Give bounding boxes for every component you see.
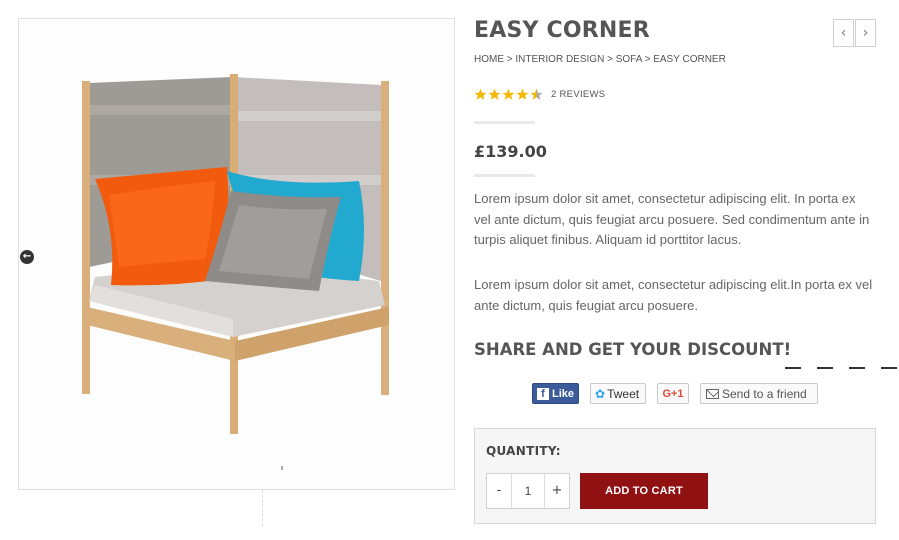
star-icon xyxy=(502,88,515,100)
product-description: Lorem ipsum dolor sit amet, consectetur … xyxy=(474,277,873,313)
divider xyxy=(474,174,535,177)
divider xyxy=(474,121,535,124)
chevron-right-icon[interactable]: › xyxy=(855,19,876,47)
twitter-bird-icon: ✿ xyxy=(595,386,606,401)
tweet-label: Tweet xyxy=(607,386,640,401)
googleplus-label: G+1 xyxy=(662,387,684,400)
rating: 2 REVIEWS xyxy=(474,88,605,101)
product-title: EASY CORNER xyxy=(474,18,650,43)
facebook-icon: f xyxy=(537,387,549,400)
quantity-increase-button[interactable]: + xyxy=(545,474,569,508)
product-price: £139.00 xyxy=(474,142,547,161)
googleplus-button[interactable]: G+1 xyxy=(657,383,689,404)
thumbnail-indicator xyxy=(281,466,283,470)
product-image-frame[interactable]: ← xyxy=(18,18,455,490)
star-icon xyxy=(516,88,529,100)
quantity-stepper[interactable]: - 1 + xyxy=(486,473,570,509)
send-to-friend-label: Send to a friend xyxy=(722,386,807,401)
breadcrumb[interactable]: HOME > INTERIOR DESIGN > SOFA > EASY COR… xyxy=(474,54,726,65)
star-half-icon xyxy=(530,88,543,100)
share-heading: SHARE AND GET YOUR DISCOUNT! xyxy=(474,340,792,359)
add-to-cart-button[interactable]: ADD TO CART xyxy=(580,473,708,509)
quantity-label: QUANTITY: xyxy=(486,444,561,458)
reviews-link[interactable]: 2 REVIEWS xyxy=(551,89,605,100)
star-icon xyxy=(474,88,487,100)
add-to-cart-box: QUANTITY: - 1 + ADD TO CART xyxy=(474,428,876,524)
image-prev-arrow-icon[interactable]: ← xyxy=(20,250,34,264)
decorative-dashes xyxy=(785,367,899,369)
quantity-decrease-button[interactable]: - xyxy=(487,474,511,508)
divider xyxy=(262,490,263,526)
facebook-like-label: Like xyxy=(552,387,575,400)
product-nav: ‹ › xyxy=(833,19,876,47)
quantity-input[interactable]: 1 xyxy=(511,474,545,508)
envelope-icon xyxy=(706,388,719,399)
star-icon xyxy=(488,88,501,100)
product-image xyxy=(82,74,389,434)
facebook-like-button[interactable]: f Like xyxy=(532,383,579,404)
twitter-tweet-button[interactable]: ✿ Tweet xyxy=(590,383,646,404)
chevron-left-icon[interactable]: ‹ xyxy=(833,19,854,47)
product-description: Lorem ipsum dolor sit amet, consectetur … xyxy=(474,191,870,247)
send-to-friend-button[interactable]: Send to a friend xyxy=(700,383,818,404)
